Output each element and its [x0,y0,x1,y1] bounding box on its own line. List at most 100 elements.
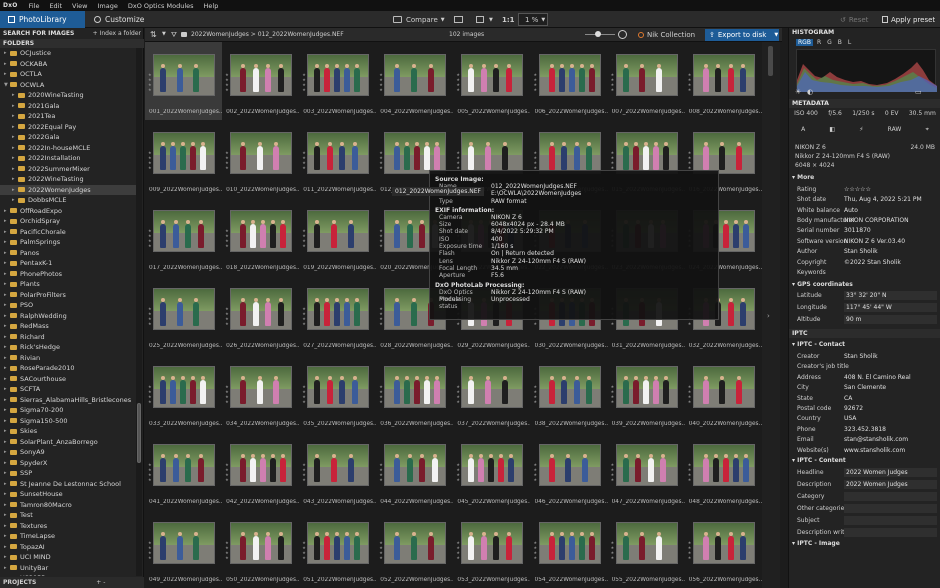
slider-handle[interactable] [595,31,601,37]
rating-stars[interactable]: ★ ★ ★ ★ [148,306,152,328]
metadata-value[interactable] [844,503,937,513]
rating-stars[interactable]: ★ ★ ★ ★ [225,228,229,250]
thumbnail-cell[interactable]: ★ ★ ★ ★ 054_2022WomenJudges... [531,510,608,588]
thumbnail-image[interactable] [153,54,215,96]
metadata-value[interactable]: www.stansholik.com [844,447,940,454]
rating-stars[interactable]: ★ ★ ★ ★ [225,306,229,328]
thumbnail-cell[interactable]: ★ ★ ★ ★ 007_2022WomenJudges... [608,42,685,120]
folder-item[interactable]: ▸ Panos [0,248,136,259]
rating-stars[interactable]: ★ ★ ★ ★ [148,540,152,562]
thumbnail-cell[interactable]: ★ ★ ★ ★ 035_2022WomenJudges... [299,354,376,432]
thumbnail-image[interactable] [384,366,447,408]
folder-item[interactable]: ▸ Sigma70-200 [0,405,136,416]
rating-stars[interactable]: ★ ★ ★ ★ [148,72,152,94]
thumbnail-image[interactable] [230,54,293,96]
metadata-value[interactable]: Stan Sholik [844,353,940,360]
rating-stars[interactable]: ★ ★ ★ ★ [688,150,692,172]
thumbnail-image[interactable] [615,444,678,486]
rating-stars[interactable]: ★ ★ ★ ★ [688,540,692,562]
metadata-value[interactable]: San Clemente [844,384,940,391]
menu-help[interactable]: Help [199,2,224,10]
metadata-value[interactable]: stan@stansholik.com [844,436,940,443]
highlight-clipping-icon[interactable]: ◐ [807,88,813,96]
tab-customize[interactable]: Customize [86,11,156,28]
metadata-value[interactable]: ©2022 Stan Sholik [844,259,940,266]
thumbnail-image[interactable] [230,210,293,252]
thumbnail-image[interactable] [615,366,678,408]
rating-stars[interactable]: ★ ★ ★ ★ [688,462,692,484]
thumbnail-cell[interactable]: ★ ★ ★ ★ 008_2022WomenJudges... [685,42,762,120]
folder-item[interactable]: ▸ RoseParade2010 [0,363,136,374]
rating-stars[interactable]: ★ ★ ★ ★ [148,384,152,406]
menu-file[interactable]: File [24,2,45,10]
thumbnail-image[interactable] [153,132,215,174]
thumbnail-cell[interactable]: ★ ★ ★ ★ 051_2022WomenJudges... [299,510,376,588]
folder-item[interactable]: ▸ PacificChorale [0,227,136,238]
histogram-tab-r[interactable]: R [815,39,823,46]
thumbnail-image[interactable] [384,132,447,174]
shadow-clipping-icon[interactable]: ☀ [795,88,801,96]
thumbnail-cell[interactable]: ★ ★ ★ ★ 043_2022WomenJudges... [299,432,376,510]
thumbnail-cell[interactable]: ★ ★ ★ ★ 005_2022WomenJudges... [453,42,530,120]
thumbnail-image[interactable] [538,366,601,408]
rating-stars[interactable]: ★ ★ ★ ★ [688,72,692,94]
metadata-value[interactable]: 90 m [844,315,937,325]
metadata-value[interactable]: USA [844,415,940,422]
folder-item[interactable]: ▸ 2020WineTasting [0,90,136,101]
rating-stars[interactable]: ★ ★ ★ ★ [688,384,692,406]
rating-stars[interactable]: ★ ★ ★ ★ [534,462,538,484]
thumbnail-image[interactable] [153,522,215,564]
thumbnail-image[interactable] [153,444,215,486]
fit-button[interactable] [476,13,484,26]
rating-stars[interactable]: ★ ★ ★ ★ [379,228,383,250]
index-folder-button[interactable]: + Index a folder [93,30,141,37]
rating-stars[interactable]: ★ ★ ★ ★ [302,462,306,484]
thumbnail-cell[interactable]: ★ ★ ★ ★ 010_2022WomenJudges... [222,120,299,198]
folder-item[interactable]: ▸ SSP [0,468,136,479]
folder-item[interactable]: ▸ PalmSprings [0,237,136,248]
folder-item[interactable]: ▸ 2021Gala [0,101,136,112]
folder-item[interactable]: ▸ TopazAI [0,542,136,553]
thumbnail-cell[interactable]: ★ ★ ★ ★ 045_2022WomenJudges... [453,432,530,510]
thumbnail-cell[interactable]: ★ ★ ★ ★ 053_2022WomenJudges... [453,510,530,588]
folder-item[interactable]: ▸ SolarPlant_AnzaBorrego [0,437,136,448]
folder-item[interactable]: ▸ 2022Installation [0,153,136,164]
thumbnail-cell[interactable]: ★ ★ ★ ★ 001_2022WomenJudges... [145,42,222,120]
menu-image[interactable]: Image [92,2,122,10]
thumbnail-cell[interactable]: ★ ★ ★ ★ 027_2022WomenJudges... [299,276,376,354]
folder-item[interactable]: ▸US395Pano [0,573,136,576]
iptc-contact-section[interactable]: ▾ IPTC - Contact [789,340,940,349]
iptc-content-section[interactable]: ▾ IPTC - Content [789,456,940,465]
metadata-value[interactable]: 33° 32' 20" N [844,291,937,301]
menu-view[interactable]: View [67,2,92,10]
thumbnail-image[interactable] [615,54,678,96]
thumbnail-image[interactable] [461,366,524,408]
rating-stars[interactable]: ★ ★ ★ ★ [456,540,460,562]
rating-stars[interactable]: ★ ★ ★ ★ [534,540,538,562]
thumbnail-cell[interactable]: ★ ★ ★ ★ 038_2022WomenJudges... [531,354,608,432]
folder-item[interactable]: ▸ St Jeanne De Lestonnac School [0,479,136,490]
folder-item[interactable]: ▸ 2022In-houseMCLE [0,143,136,154]
tab-photolibrary[interactable]: PhotoLibrary [0,11,85,28]
rating-stars[interactable]: ★ ★ ★ ★ [225,150,229,172]
scrollbar-thumb[interactable] [768,46,773,76]
folder-item[interactable]: ▸ SCFTA [0,384,136,395]
metadata-value[interactable]: Thu, Aug 4, 2022 5:21 PM [844,196,940,203]
thumbnail-image[interactable] [307,210,370,252]
folder-item[interactable]: ▸ Plants [0,279,136,290]
metadata-value[interactable]: Stan Sholik [844,248,940,255]
folder-item[interactable]: ▸ UnityBar [0,563,136,574]
menu-edit[interactable]: Edit [44,2,67,10]
thumbnail-cell[interactable]: ★ ★ ★ ★ 048_2022WomenJudges... [685,432,762,510]
folder-item[interactable]: ▸ OrchidSpray [0,216,136,227]
thumbnail-image[interactable] [384,522,447,564]
metadata-header[interactable]: METADATA [789,99,940,108]
thumbnail-image[interactable] [615,132,678,174]
rating-stars[interactable]: ★ ★ ★ ★ [379,72,383,94]
folders-header[interactable]: FOLDERS [0,39,144,48]
histogram-tab-l[interactable]: L [846,39,853,46]
thumbnail-image[interactable] [461,522,524,564]
metadata-value[interactable]: NIKON CORPORATION [844,217,940,224]
projects-add-icon[interactable]: + - [96,579,105,586]
thumbnail-cell[interactable]: ★ ★ ★ ★ 055_2022WomenJudges... [608,510,685,588]
